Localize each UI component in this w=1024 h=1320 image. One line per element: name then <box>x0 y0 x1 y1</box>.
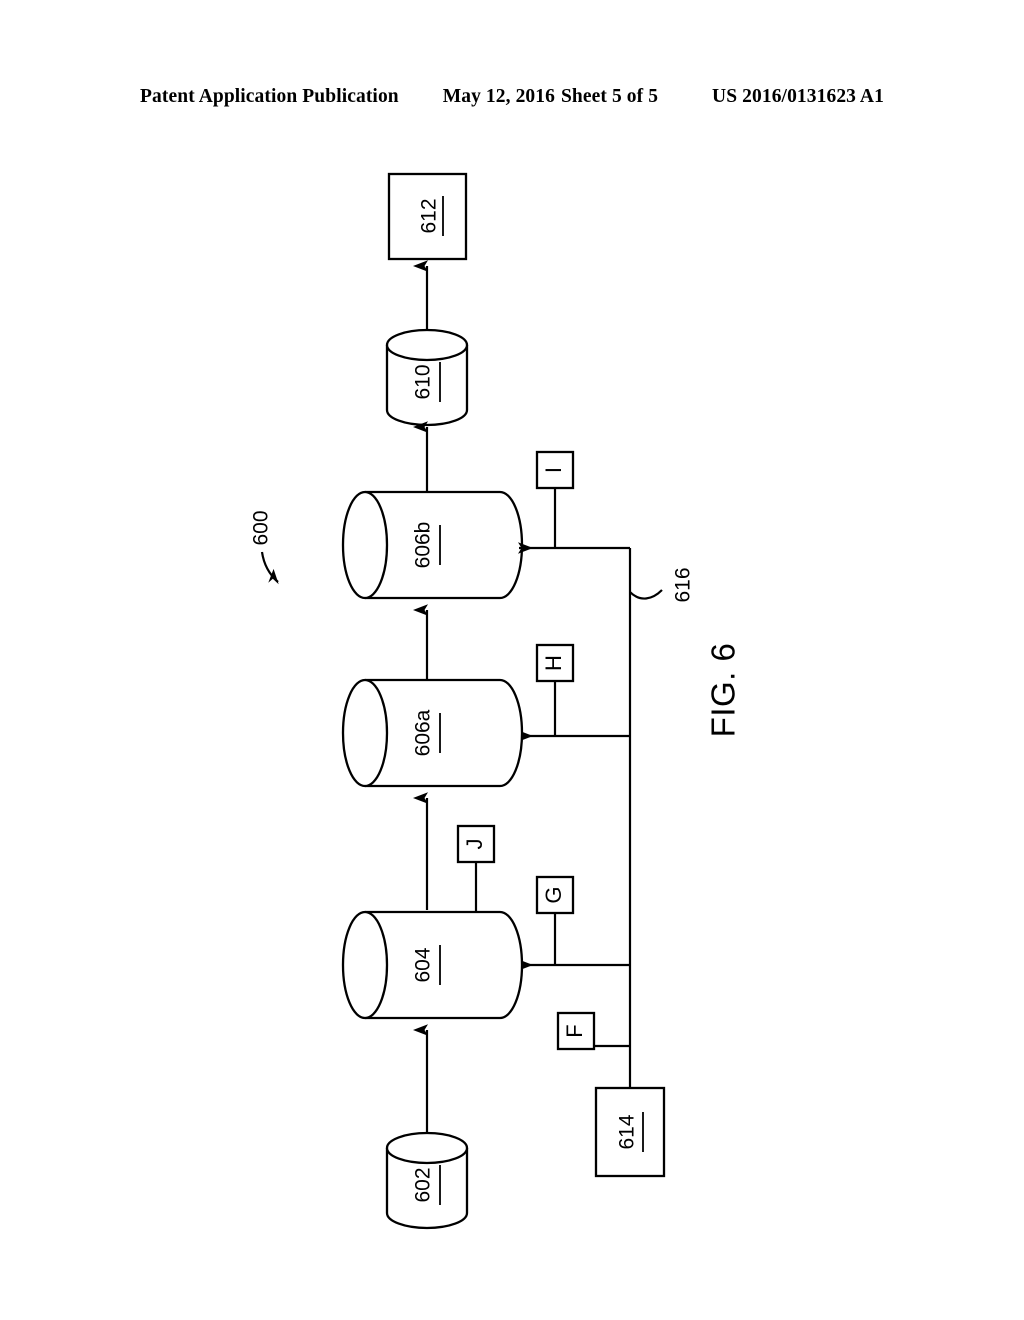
node-606b-label: 606b <box>412 522 435 569</box>
system-ref-label: 600 <box>250 510 273 545</box>
node-612-box: 612 <box>387 172 468 261</box>
manifold-ref-label: 616 <box>672 567 695 602</box>
manifold-reference-616: 616 <box>629 567 695 603</box>
node-606a-label: 606a <box>412 709 435 756</box>
port-f-label: F <box>562 1024 587 1037</box>
node-602-cylinder: 602 <box>385 1131 469 1230</box>
node-604-label: 604 <box>412 947 435 982</box>
system-reference-600: 600 <box>250 510 279 585</box>
port-i-box: I <box>535 450 575 490</box>
port-j-box: J <box>456 824 496 864</box>
manifold-ref-leader <box>629 589 663 600</box>
port-j-label: J <box>462 839 487 850</box>
node-606b-cylinder: 606b <box>341 490 524 600</box>
node-614-box: 614 <box>594 1086 666 1178</box>
port-f-box: F <box>556 1011 596 1051</box>
figure-caption: FIG. 6 <box>705 643 742 738</box>
figure-6-diagram: 612 610 606b 600 I 616 FIG. 6 H 606a J G… <box>250 172 742 1230</box>
node-602-label: 602 <box>412 1167 435 1202</box>
port-g-label: G <box>541 886 566 903</box>
port-g-box: G <box>535 875 575 915</box>
patent-drawing-page: Patent Application Publication May 12, 2… <box>0 0 1024 1320</box>
port-h-label: H <box>541 655 566 671</box>
node-610-cylinder: 610 <box>385 328 469 427</box>
node-606a-cylinder: 606a <box>341 678 524 788</box>
port-h-box: H <box>535 643 575 683</box>
system-ref-leader <box>260 551 279 585</box>
node-612-label: 612 <box>418 198 441 233</box>
node-614-label: 614 <box>616 1114 639 1149</box>
port-i-label: I <box>541 467 566 473</box>
node-610-label: 610 <box>412 364 435 399</box>
node-604-cylinder: 604 <box>341 910 524 1020</box>
